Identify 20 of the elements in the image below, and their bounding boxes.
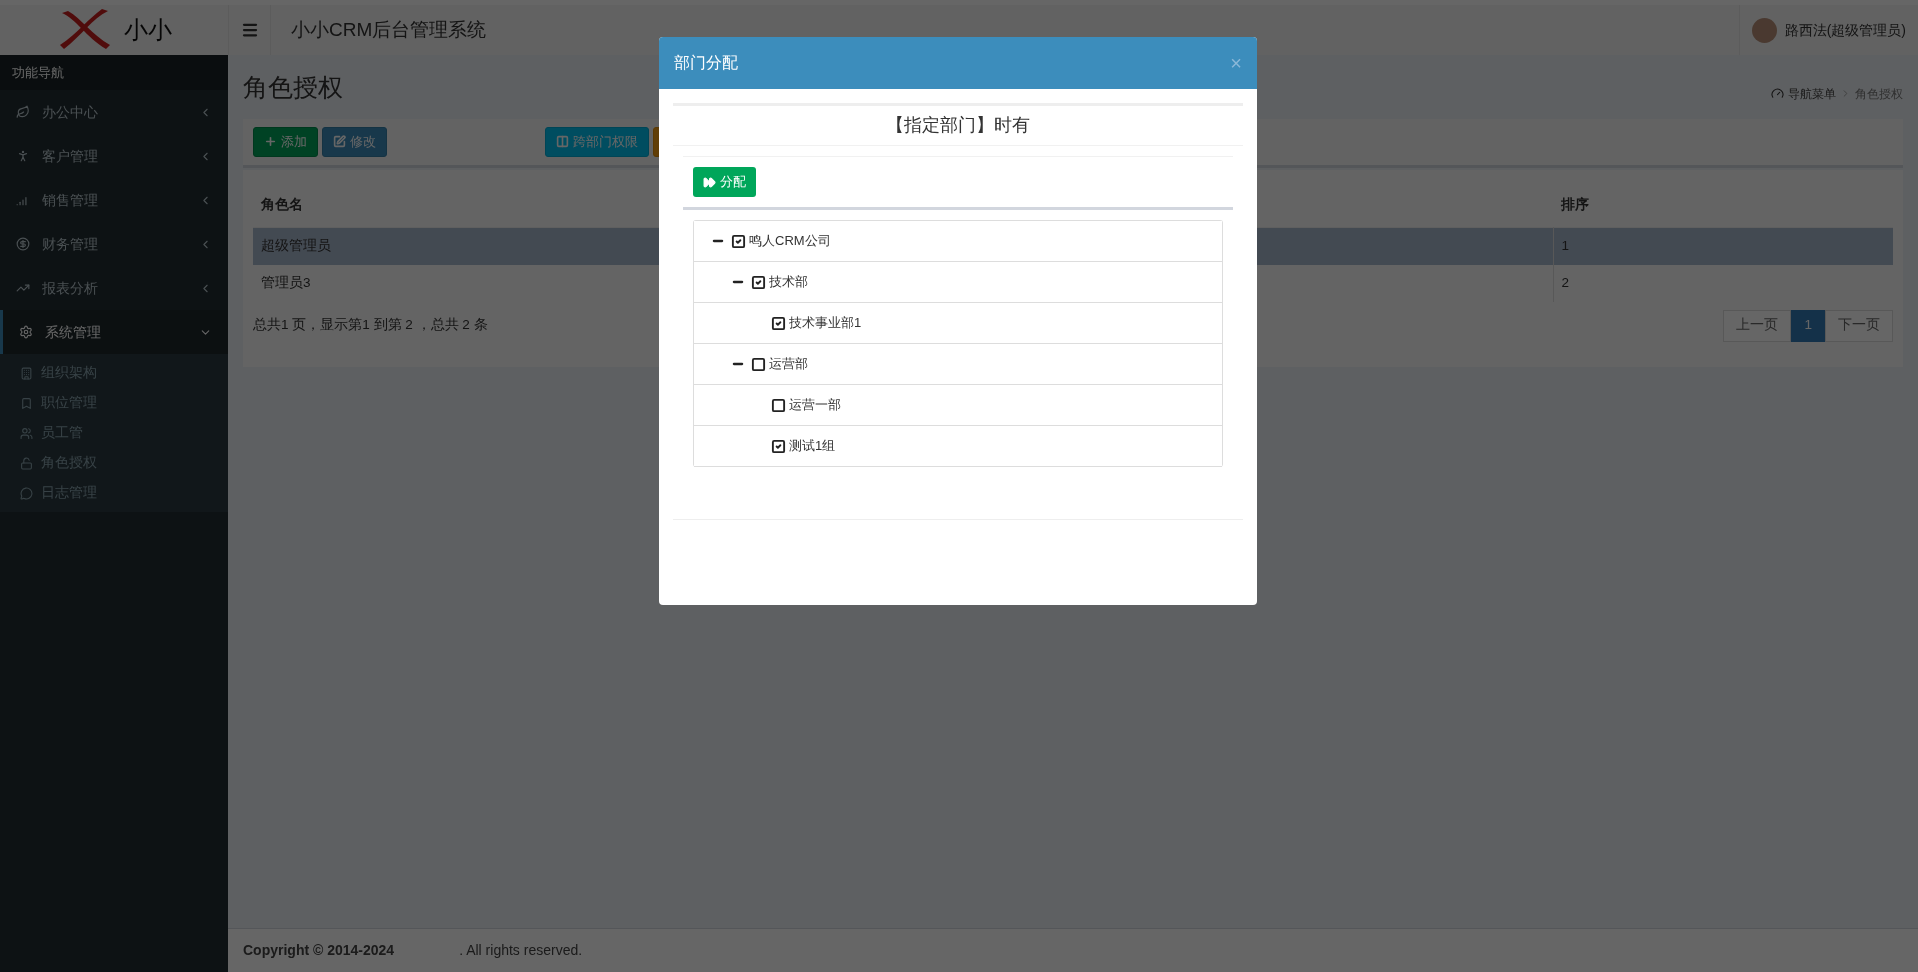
table-cell: 2	[1561, 274, 1569, 290]
tree-label: 运营部	[769, 355, 808, 374]
column-header: 排序	[1553, 183, 1893, 228]
table-cell: 超级管理员	[261, 238, 331, 254]
table-cell: 管理员3	[261, 274, 311, 290]
logo-text: 小小	[124, 15, 172, 45]
tree-label: 测试1组	[789, 437, 836, 456]
tree-label: 技术部	[769, 273, 808, 292]
rights-text: . All rights reserved.	[459, 941, 583, 960]
app-title: 小小CRM后台管理系统	[291, 17, 487, 42]
modal-title: 部门分配	[674, 53, 738, 73]
sidebar-heading: 功能导航	[0, 55, 228, 90]
table-cell: 1	[1561, 238, 1569, 254]
tree-label: 运营一部	[789, 396, 841, 415]
tree-label: 技术事业部1	[789, 314, 862, 333]
table-summary: 总共1 页，显示第1 到第 2 ，总共 2 条	[253, 316, 488, 335]
modal-heading: 【指定部门】时有	[886, 114, 1030, 137]
copyright-text: Copyright © 2014-2024	[243, 941, 395, 960]
page-title: 角色授权	[243, 72, 343, 103]
tree-label: 鸣人CRM公司	[749, 232, 831, 251]
